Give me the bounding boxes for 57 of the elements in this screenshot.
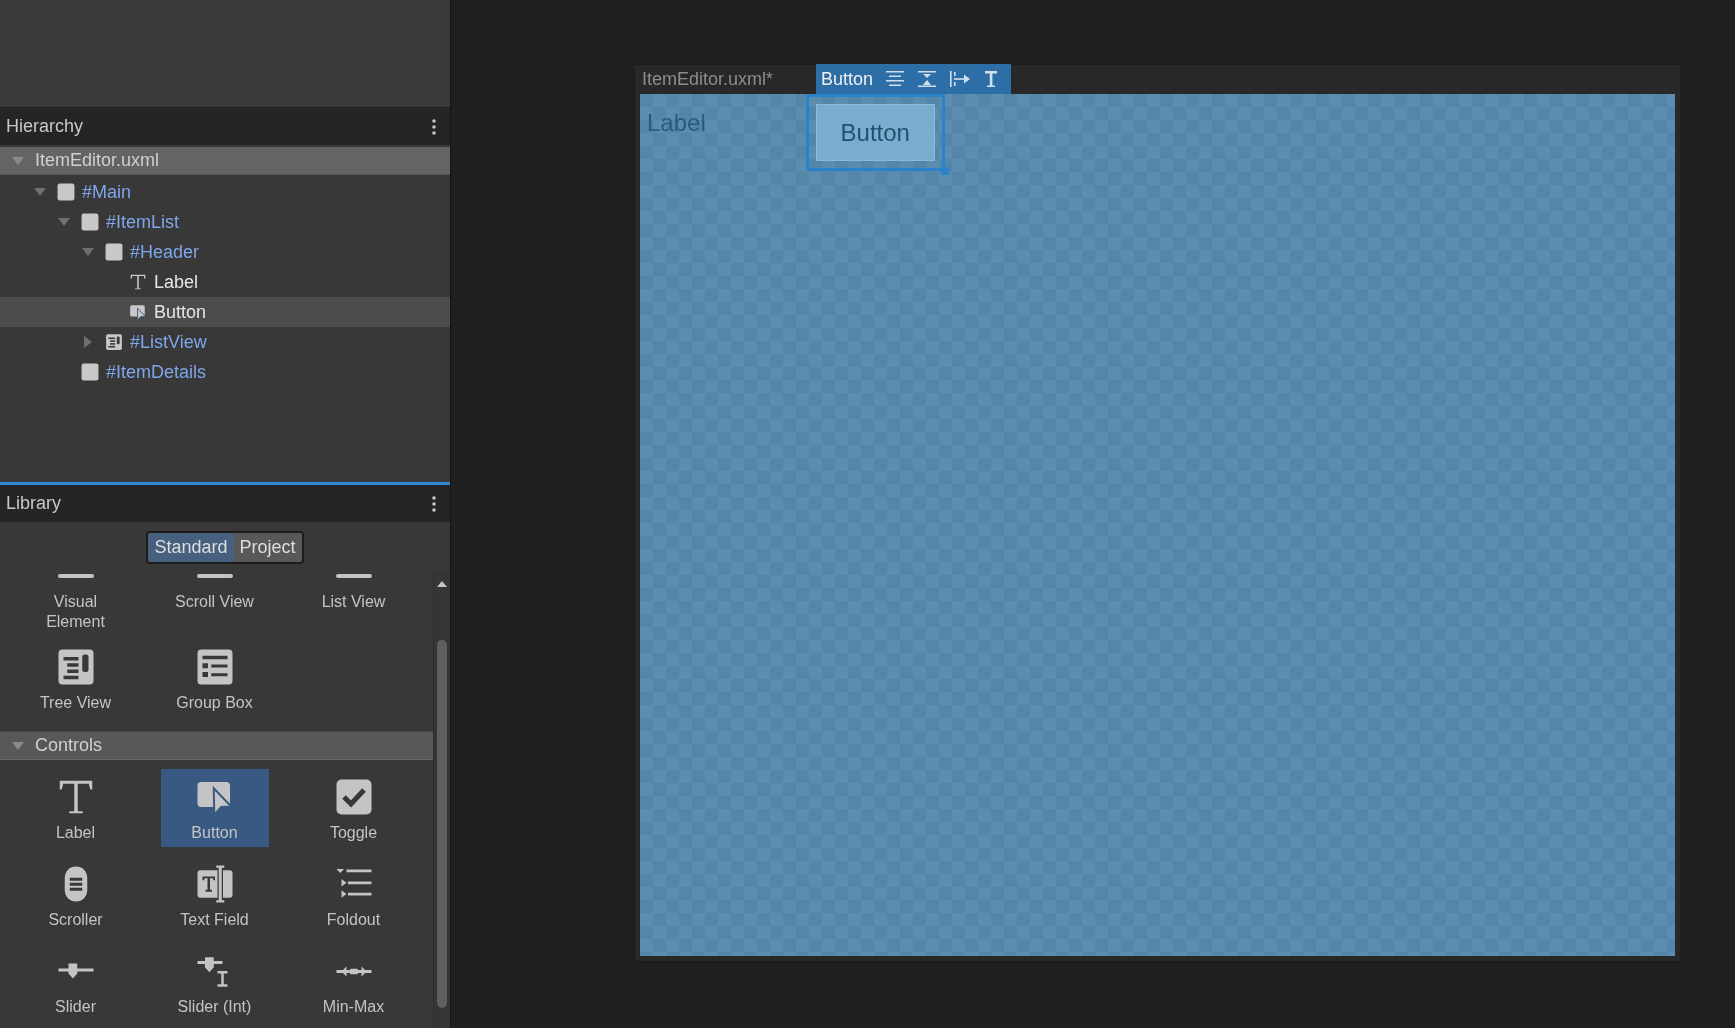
tree-item[interactable]: #Header xyxy=(0,237,450,267)
element-icon xyxy=(81,363,99,381)
resize-handle[interactable] xyxy=(940,167,949,175)
vertical-center-icon[interactable] xyxy=(917,70,938,88)
library-item[interactable]: Group Box xyxy=(160,639,269,717)
library-item[interactable]: Visual Element xyxy=(21,572,130,636)
tree-item[interactable]: #ListView xyxy=(0,327,450,357)
text-height-icon[interactable] xyxy=(983,70,1000,88)
arrow-right-icon[interactable] xyxy=(949,70,972,88)
library-item[interactable]: Scroll View xyxy=(160,572,269,636)
library-item[interactable]: Scroller xyxy=(21,856,130,934)
tree-item[interactable]: #ItemDetails xyxy=(0,357,450,387)
align-center-icon[interactable] xyxy=(885,70,906,88)
collapse-arrow-icon[interactable] xyxy=(58,216,70,228)
library-item[interactable]: List View xyxy=(299,572,408,636)
library-item[interactable]: Text Field xyxy=(160,856,269,934)
button-icon xyxy=(129,303,147,321)
checkbox-icon xyxy=(333,777,374,817)
library-item[interactable]: Foldout xyxy=(299,856,408,934)
element-icon xyxy=(105,243,123,261)
collapse-arrow-icon[interactable] xyxy=(12,739,24,752)
bar-icon xyxy=(335,574,372,578)
section-header[interactable]: Controls xyxy=(0,731,433,760)
list-view-icon xyxy=(105,333,123,351)
library-item[interactable]: Tree View xyxy=(21,639,130,717)
bar-icon xyxy=(57,574,94,578)
tree-item[interactable]: #ItemList xyxy=(0,207,450,237)
tree-item[interactable]: #Main xyxy=(0,177,450,207)
collapse-arrow-icon[interactable] xyxy=(12,154,24,167)
library-item[interactable]: Button xyxy=(160,769,269,847)
scrollbar-thumb[interactable] xyxy=(437,640,447,1008)
library-item[interactable]: Label xyxy=(21,769,130,847)
tree-item[interactable]: Button xyxy=(0,297,450,327)
panel-title: Library xyxy=(6,493,62,514)
tree-item[interactable]: Label xyxy=(0,267,450,297)
collapse-arrow-icon[interactable] xyxy=(82,246,94,258)
tab[interactable]: Project xyxy=(233,532,302,562)
element-icon xyxy=(57,183,75,201)
menu-icon[interactable] xyxy=(432,495,436,512)
menu-icon[interactable] xyxy=(432,118,436,135)
library-item[interactable]: Min-Max xyxy=(299,943,408,1021)
document-title: ItemEditor.uxml* xyxy=(642,69,774,89)
library-item[interactable]: Slider xyxy=(21,943,130,1021)
toolbar-label: Button xyxy=(821,68,874,90)
tree-item[interactable]: ItemEditor.uxml xyxy=(0,147,450,175)
tab[interactable]: Standard xyxy=(148,532,234,562)
library-item[interactable]: Toggle xyxy=(299,769,408,847)
bar-icon xyxy=(196,574,233,578)
element-icon xyxy=(81,213,99,231)
library-item[interactable]: Slider (Int) xyxy=(160,943,269,1021)
panel-title: Hierarchy xyxy=(6,116,84,137)
text-icon xyxy=(129,273,147,291)
collapse-arrow-icon[interactable] xyxy=(34,186,46,198)
scrollbar[interactable] xyxy=(433,572,450,1028)
expand-arrow-icon[interactable] xyxy=(82,336,94,348)
scroll-up-icon[interactable] xyxy=(437,580,447,588)
canvas-button[interactable]: Button xyxy=(815,104,935,161)
